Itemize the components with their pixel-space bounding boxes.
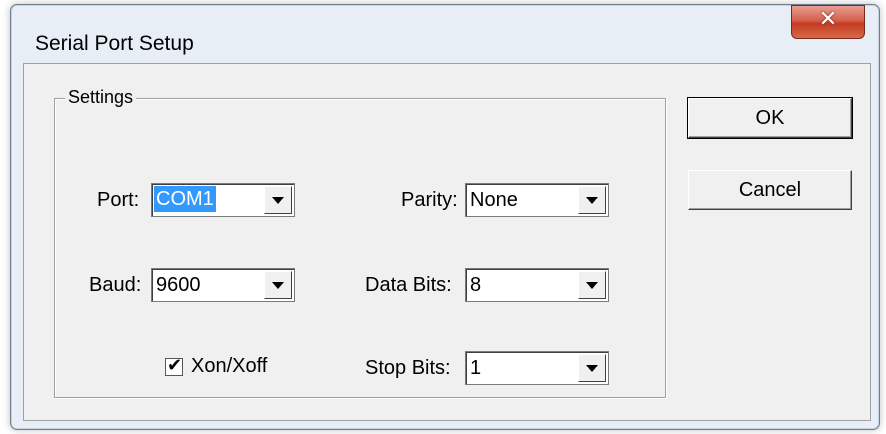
parity-select[interactable]: None (465, 183, 609, 217)
close-icon: ✕ (818, 7, 838, 32)
chevron-down-icon (272, 197, 284, 204)
data-bits-dropdown-button[interactable] (578, 271, 606, 299)
data-bits-select[interactable]: 8 (465, 268, 609, 302)
window-title: Serial Port Setup (35, 32, 194, 55)
port-select[interactable]: COM1 (151, 183, 295, 217)
stop-bits-dropdown-button[interactable] (578, 354, 606, 382)
port-dropdown-button[interactable] (264, 186, 292, 214)
baud-value: 9600 (156, 274, 201, 296)
xon-xoff-label[interactable]: Xon/Xoff (191, 355, 267, 378)
port-label: Port: (97, 189, 140, 211)
stop-bits-label: Stop Bits: (365, 357, 451, 379)
settings-groupbox: Settings Port: COM1 Baud: 9600 ✔ Xon/Xof… (54, 87, 666, 398)
baud-select[interactable]: 9600 (151, 268, 295, 302)
parity-value: None (470, 189, 518, 211)
port-value: COM1 (154, 186, 216, 212)
baud-label: Baud: (89, 274, 142, 296)
baud-dropdown-button[interactable] (264, 271, 292, 299)
data-bits-label: Data Bits: (365, 274, 452, 296)
settings-group-label: Settings (65, 87, 137, 108)
ok-button[interactable]: OK (687, 97, 853, 139)
stop-bits-select[interactable]: 1 (465, 351, 609, 385)
checkmark-icon: ✔ (167, 355, 183, 376)
parity-dropdown-button[interactable] (578, 186, 606, 214)
dialog-body: Settings Port: COM1 Baud: 9600 ✔ Xon/Xof… (23, 63, 871, 421)
chevron-down-icon (586, 365, 598, 372)
serial-port-setup-dialog: Serial Port Setup ✕ Settings Port: COM1 … (10, 4, 880, 430)
stop-bits-value: 1 (470, 357, 482, 379)
chevron-down-icon (272, 282, 284, 289)
cancel-button[interactable]: Cancel (688, 170, 852, 210)
chevron-down-icon (586, 197, 598, 204)
chevron-down-icon (586, 282, 598, 289)
close-button[interactable]: ✕ (791, 5, 865, 39)
parity-label: Parity: (401, 189, 458, 211)
xon-xoff-checkbox[interactable]: ✔ (165, 355, 183, 376)
data-bits-value: 8 (470, 274, 482, 296)
